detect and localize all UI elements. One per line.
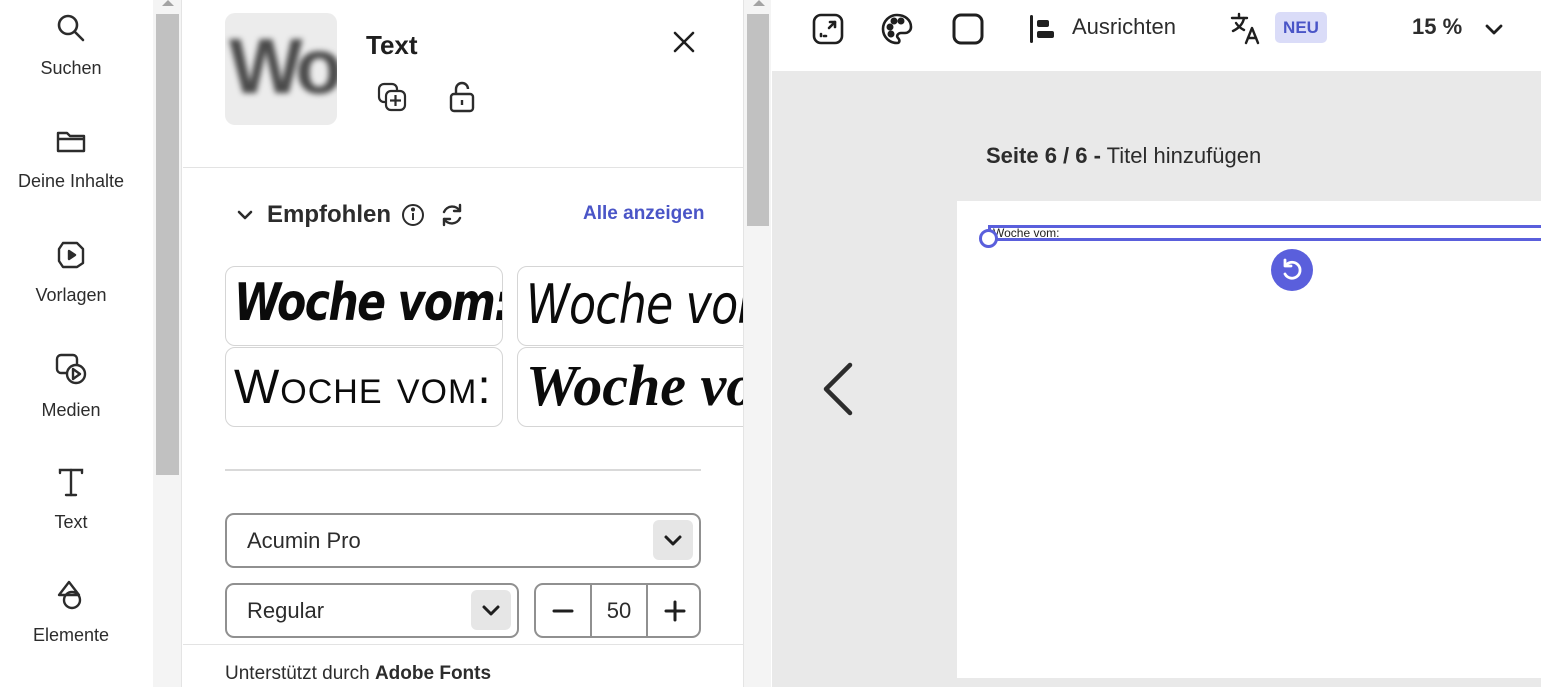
font-sample-card[interactable]: Woche vom:: [517, 266, 743, 346]
zoom-dropdown-button[interactable]: [1476, 11, 1512, 47]
media-icon: [55, 353, 87, 385]
unlock-icon: [449, 81, 475, 113]
rail-item-text[interactable]: Text: [0, 466, 142, 533]
rail-label: Suchen: [40, 58, 102, 78]
rail-item-templates[interactable]: Vorlagen: [0, 239, 142, 306]
increase-size-button[interactable]: [648, 585, 701, 636]
text-panel: Wo Text Empfohlen Alle anzeigen Woche vo…: [183, 0, 743, 687]
align-left-icon: [1030, 15, 1054, 43]
chevron-down-icon: [471, 590, 511, 630]
rail-label: Medien: [41, 400, 101, 420]
resize-icon: [812, 13, 844, 45]
translate-button[interactable]: [1228, 11, 1264, 47]
scroll-up-icon[interactable]: [162, 0, 174, 6]
translate-icon: [1230, 12, 1260, 45]
recommended-title: Empfohlen: [267, 201, 391, 228]
rail-item-your-content[interactable]: Deine Inhalte: [0, 125, 142, 192]
palette-icon: [881, 13, 913, 45]
rail-item-search[interactable]: Suchen: [0, 12, 142, 79]
left-rail: Suchen Deine Inhalte Vorlagen Medien Tex…: [0, 0, 153, 687]
text-icon: [58, 468, 84, 497]
panel-scrollbar[interactable]: [743, 0, 771, 687]
resize-button[interactable]: [810, 11, 846, 47]
rail-item-elements[interactable]: Elemente: [0, 579, 142, 646]
font-style-value: Regular: [247, 598, 325, 623]
chevron-left-icon: [823, 362, 853, 416]
align-button[interactable]: [1024, 11, 1060, 47]
rotate-button[interactable]: [1271, 249, 1313, 291]
chevron-down-icon: [653, 520, 693, 560]
footer-divider: [183, 644, 743, 645]
minus-icon: [552, 609, 573, 612]
color-palette-button[interactable]: [879, 11, 915, 47]
show-all-link[interactable]: Alle anzeigen: [583, 203, 704, 225]
scroll-up-icon[interactable]: [753, 0, 765, 6]
chevron-down-icon: [1485, 24, 1503, 35]
document-page[interactable]: Woche vom:___________: [957, 201, 1541, 678]
section-divider: [225, 469, 701, 471]
unlock-button[interactable]: [445, 80, 479, 114]
text-preview-thumbnail: Wo: [225, 13, 337, 125]
panel-divider: [183, 167, 743, 168]
recommended-header: Empfohlen: [235, 198, 465, 232]
font-size-stepper[interactable]: 50: [534, 583, 701, 638]
info-icon[interactable]: [401, 203, 425, 227]
font-sample-text: Woche vom:: [526, 273, 743, 336]
font-sample-card[interactable]: Woche vom:: [225, 347, 503, 427]
duplicate-icon: [377, 82, 407, 112]
rail-label: Elemente: [32, 625, 110, 645]
templates-icon: [57, 241, 85, 269]
font-family-value: Acumin Pro: [247, 528, 361, 553]
rail-label: Vorlagen: [35, 285, 107, 305]
font-sample-text: Woche vom:: [526, 353, 743, 418]
resize-handle[interactable]: [979, 229, 998, 248]
font-sample-text: Woche vom:: [234, 361, 492, 414]
page-header: Seite 6 / 6 - Titel hinzufügen: [986, 143, 1261, 169]
close-icon: [673, 31, 695, 53]
duplicate-button[interactable]: [375, 80, 409, 114]
rotate-icon: [1283, 258, 1302, 280]
folder-icon: [56, 131, 86, 153]
rail-scroll-thumb[interactable]: [156, 14, 179, 475]
font-sample-card[interactable]: Woche vom:___: [225, 266, 503, 346]
rail-label: Deine Inhalte: [17, 171, 125, 191]
align-label[interactable]: Ausrichten: [1072, 14, 1176, 40]
selection-box[interactable]: [988, 225, 1541, 241]
font-style-select[interactable]: Regular: [225, 583, 519, 638]
refresh-icon[interactable]: [439, 202, 465, 228]
canvas-area: Seite 6 / 6 - Titel hinzufügen Woche vom…: [772, 71, 1541, 687]
previous-page-button[interactable]: [820, 361, 856, 422]
font-sample-text: Woche vom:___: [234, 273, 502, 333]
panel-title: Text: [366, 30, 418, 60]
decrease-size-button[interactable]: [536, 585, 589, 636]
shapes-icon: [57, 580, 82, 610]
adobe-fonts-credit: Unterstützt durch Adobe Fonts: [225, 663, 491, 685]
page-number: Seite 6 / 6 -: [986, 143, 1101, 168]
chevron-down-icon[interactable]: [235, 205, 255, 225]
search-icon: [57, 14, 85, 42]
zoom-level[interactable]: 15 %: [1412, 14, 1462, 40]
credit-prefix: Unterstützt durch: [225, 663, 375, 684]
top-toolbar: Ausrichten NEU 15 %: [772, 0, 1541, 60]
panel-scroll-thumb[interactable]: [747, 14, 769, 226]
font-family-select[interactable]: Acumin Pro: [225, 513, 701, 568]
rail-label: Text: [54, 512, 88, 532]
rail-scrollbar[interactable]: [153, 0, 182, 687]
rail-item-media[interactable]: Medien: [0, 352, 142, 421]
close-panel-button[interactable]: [669, 27, 699, 57]
new-badge: NEU: [1275, 12, 1327, 43]
border-button[interactable]: [950, 11, 986, 47]
page-title-input[interactable]: Titel hinzufügen: [1107, 143, 1262, 168]
square-icon: [952, 13, 984, 45]
font-size-value[interactable]: 50: [592, 585, 646, 636]
font-sample-card[interactable]: Woche vom:: [517, 347, 743, 427]
preview-glyph: Wo: [229, 22, 337, 110]
credit-brand: Adobe Fonts: [374, 663, 492, 684]
plus-icon: [664, 600, 685, 621]
